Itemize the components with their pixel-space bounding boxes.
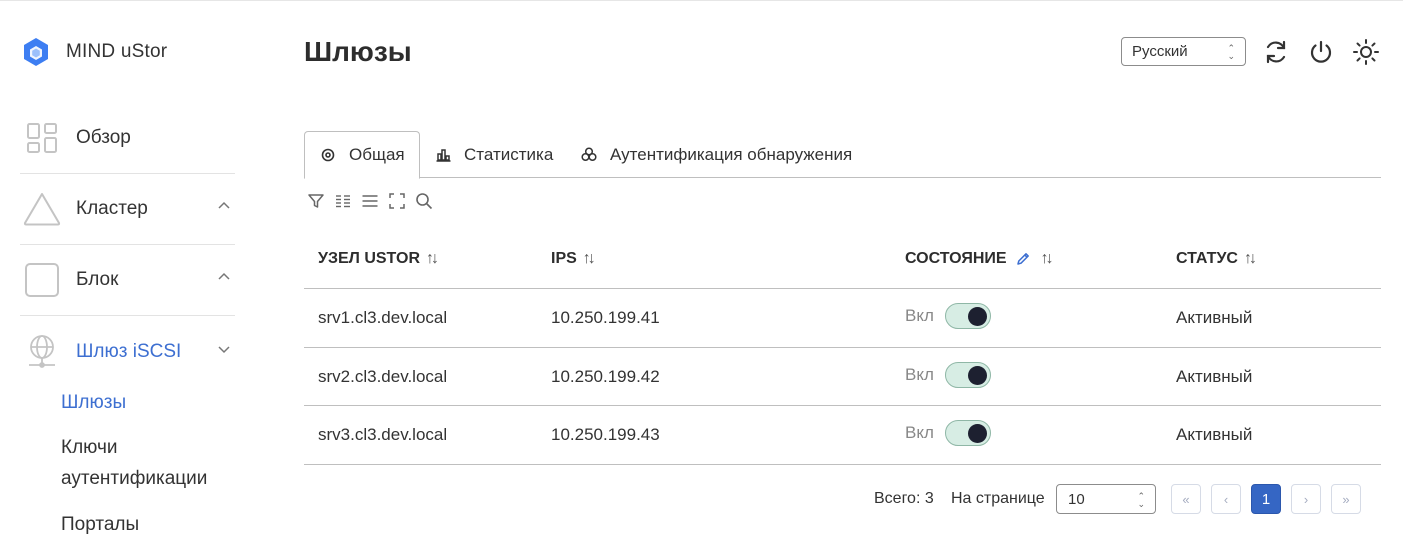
- tab-label: Общая: [349, 145, 405, 164]
- next-page-button[interactable]: ›: [1291, 484, 1321, 514]
- table-header: УЗЕЛ USTOR ↑↓ IPS ↑↓ СОСТОЯНИЕ ↑↓ СТАТУС…: [304, 232, 1381, 289]
- cell-status: Активный: [1176, 425, 1253, 444]
- last-page-button[interactable]: »: [1331, 484, 1361, 514]
- state-label: Вкл: [905, 306, 934, 325]
- cell-node: srv3.cl3.dev.local: [318, 425, 448, 444]
- sidebar-item-label: Обзор: [76, 127, 131, 148]
- tab-statistics[interactable]: Статистика: [434, 131, 553, 178]
- gateways-table: УЗЕЛ USTOR ↑↓ IPS ↑↓ СОСТОЯНИЕ ↑↓ СТАТУС…: [304, 232, 1381, 465]
- page-button-current[interactable]: 1: [1251, 484, 1281, 514]
- bar-chart-icon: [434, 146, 452, 164]
- sidebar-subitem-gateways[interactable]: Шлюзы: [61, 387, 126, 418]
- sidebar-item-label: Блок: [76, 269, 119, 290]
- state-label: Вкл: [905, 423, 934, 442]
- app-logo[interactable]: MIND uStor: [22, 37, 167, 67]
- sidebar: MIND uStor Обзор Кластер Блок Шлюз iSCSI…: [0, 0, 260, 557]
- per-page-label: На странице: [951, 490, 1045, 507]
- power-icon: [1310, 40, 1332, 63]
- logout-button[interactable]: [1307, 38, 1335, 66]
- state-toggle[interactable]: [944, 303, 991, 329]
- cell-ip: 10.250.199.42: [551, 366, 660, 386]
- sort-icon[interactable]: ↑↓: [583, 250, 596, 268]
- column-header-status: СТАТУС ↑↓: [1176, 250, 1257, 268]
- theme-toggle-button[interactable]: [1352, 38, 1380, 66]
- dashboard-icon: [22, 118, 62, 158]
- pencil-icon[interactable]: [1015, 251, 1031, 267]
- toggle-knob: [967, 365, 987, 385]
- sidebar-item-block[interactable]: Блок: [20, 245, 235, 316]
- fullscreen-icon[interactable]: [386, 190, 408, 212]
- sidebar-item-label: Кластер: [76, 198, 148, 219]
- state-label: Вкл: [905, 364, 934, 384]
- search-icon[interactable]: [413, 190, 435, 212]
- sidebar-item-overview[interactable]: Обзор: [20, 103, 235, 174]
- cell-state: Вкл: [905, 361, 991, 388]
- users-icon: [580, 146, 598, 164]
- page-title: Шлюзы: [304, 36, 412, 67]
- sidebar-item-cluster[interactable]: Кластер: [20, 174, 235, 245]
- prev-page-button[interactable]: ‹: [1211, 484, 1241, 514]
- total-count: Всего: 3: [874, 490, 934, 507]
- refresh-icon: [1266, 40, 1286, 64]
- cell-status: Активный: [1176, 308, 1253, 327]
- square-icon: [22, 260, 62, 300]
- cell-status: Активный: [1176, 366, 1253, 386]
- per-page-value: 10: [1068, 490, 1085, 508]
- chevron-up-icon[interactable]: [217, 199, 231, 213]
- density-icon[interactable]: [359, 190, 381, 212]
- sun-icon: [1353, 39, 1379, 65]
- filter-icon[interactable]: [305, 190, 327, 212]
- columns-icon[interactable]: [332, 190, 354, 212]
- table-row[interactable]: srv2.cl3.dev.local 10.250.199.42 Вкл Акт…: [304, 348, 1381, 406]
- cell-ip: 10.250.199.41: [551, 308, 660, 327]
- tab-general[interactable]: Общая: [304, 131, 420, 179]
- cell-state: Вкл: [905, 420, 991, 446]
- sort-icon[interactable]: ↑↓: [1244, 250, 1257, 268]
- chevron-down-icon[interactable]: [217, 342, 231, 356]
- table-row[interactable]: srv1.cl3.dev.local 10.250.199.41 Вкл Акт…: [304, 289, 1381, 348]
- tab-label: Аутентификация обнаружения: [610, 144, 853, 164]
- app-name: MIND uStor: [66, 41, 168, 62]
- table-row[interactable]: srv3.cl3.dev.local 10.250.199.43 Вкл Акт…: [304, 406, 1381, 465]
- sort-icon[interactable]: ↑↓: [426, 250, 439, 268]
- tab-label: Статистика: [464, 144, 554, 164]
- select-arrows-icon: ⌃ ⌄: [1227, 43, 1235, 61]
- first-page-button[interactable]: «: [1171, 484, 1201, 514]
- column-header-state: СОСТОЯНИЕ ↑↓: [905, 250, 1054, 268]
- refresh-button[interactable]: [1262, 38, 1290, 66]
- language-select-value: Русский: [1132, 43, 1188, 60]
- hexagon-logo-icon: [24, 38, 48, 66]
- column-header-ips: IPS ↑↓: [551, 250, 596, 268]
- toggle-knob: [967, 307, 987, 326]
- per-page-select[interactable]: 10 ⌃ ⌄: [1056, 484, 1156, 514]
- sort-icon[interactable]: ↑↓: [1041, 250, 1054, 268]
- sidebar-item-label: Шлюз iSCSI: [76, 340, 182, 362]
- column-header-node: УЗЕЛ USTOR ↑↓: [318, 250, 439, 268]
- network-globe-icon: [22, 332, 62, 372]
- table-toolbar: [305, 190, 440, 212]
- select-arrows-icon: ⌃ ⌄: [1137, 491, 1145, 509]
- sidebar-item-iscsi-gateway[interactable]: Шлюз iSCSI: [20, 316, 235, 387]
- triangle-icon: [22, 189, 62, 229]
- language-select[interactable]: Русский ⌃ ⌄: [1121, 37, 1246, 66]
- state-toggle[interactable]: [944, 361, 991, 388]
- pagination: Всего: 3 На странице 10 ⌃ ⌄ « ‹ 1 › »: [0, 484, 1403, 514]
- cell-node: srv2.cl3.dev.local: [318, 366, 448, 386]
- cell-node: srv1.cl3.dev.local: [318, 308, 448, 327]
- cell-ip: 10.250.199.43: [551, 425, 660, 444]
- toggle-knob: [967, 424, 987, 443]
- state-toggle[interactable]: [944, 420, 991, 446]
- tab-discovery-auth[interactable]: Аутентификация обнаружения: [580, 131, 852, 178]
- target-icon: [319, 146, 337, 164]
- cell-state: Вкл: [905, 303, 991, 329]
- chevron-up-icon[interactable]: [217, 270, 231, 284]
- tab-bar: Общая Статистика Аутентификация обнаруже…: [304, 131, 1381, 179]
